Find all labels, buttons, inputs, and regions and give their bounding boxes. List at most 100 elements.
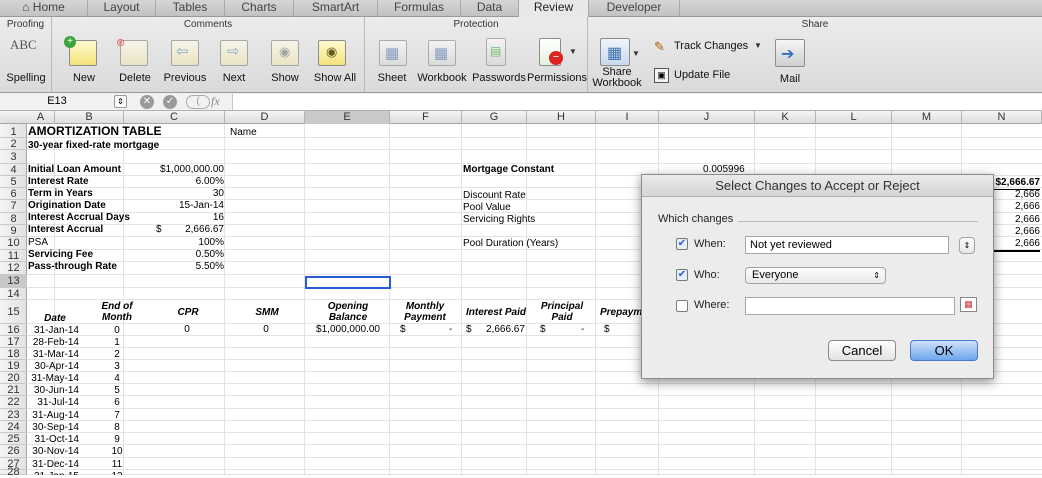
- when-checkbox[interactable]: ✔: [676, 238, 688, 250]
- column-header-j[interactable]: J: [659, 111, 755, 124]
- update-file-button[interactable]: Update File: [674, 69, 730, 81]
- column-header-b[interactable]: B: [55, 111, 124, 124]
- column-header-g[interactable]: G: [462, 111, 527, 124]
- input-value[interactable]: 15-Jan-14: [124, 200, 224, 212]
- next-comment-button[interactable]: Next: [215, 72, 253, 84]
- selected-cell-e13[interactable]: [305, 276, 391, 289]
- column-header-a[interactable]: A: [27, 111, 55, 124]
- row-header-10[interactable]: 10: [0, 237, 27, 250]
- show-comment-button[interactable]: Show: [265, 72, 305, 84]
- row-header-6[interactable]: 6: [0, 188, 27, 200]
- range-picker-icon[interactable]: ▦: [960, 297, 977, 312]
- tab-smartart[interactable]: SmartArt: [294, 0, 378, 17]
- previous-comment-button[interactable]: Previous: [158, 72, 212, 84]
- input-value[interactable]: 100%: [124, 237, 224, 249]
- protect-workbook-button[interactable]: Workbook: [415, 72, 469, 84]
- tab-layout[interactable]: Layout: [88, 0, 156, 17]
- gridline-column: [304, 124, 305, 475]
- tab-developer[interactable]: Developer: [589, 0, 680, 17]
- row-header-3[interactable]: 3: [0, 150, 27, 164]
- mortgage-constant-label: Mortgage Constant: [463, 164, 555, 175]
- tab-charts[interactable]: Charts: [225, 0, 294, 17]
- ok-button[interactable]: OK: [910, 340, 978, 361]
- column-header-e[interactable]: E: [305, 111, 390, 124]
- input-value[interactable]: 16: [124, 212, 224, 224]
- row-header-15[interactable]: 15: [0, 300, 27, 324]
- tab-review[interactable]: Review: [519, 0, 589, 17]
- row-header-20[interactable]: 20: [0, 372, 27, 384]
- input-value[interactable]: 0.50%: [124, 249, 224, 261]
- row-header-28[interactable]: 28: [0, 467, 27, 478]
- cancel-button[interactable]: Cancel: [828, 340, 896, 361]
- row-header-25[interactable]: 25: [0, 433, 27, 445]
- tab-home[interactable]: ⌂ Home: [0, 0, 88, 17]
- input-value[interactable]: $1,000,000.00: [124, 164, 224, 176]
- when-field[interactable]: Not yet reviewed: [745, 236, 949, 254]
- show-all-comments-button[interactable]: Show All: [310, 72, 360, 84]
- protection-group: Protection ▦ Sheet ▦ Workbook ▤ Password…: [365, 17, 588, 93]
- cancel-icon[interactable]: ✕: [140, 95, 154, 109]
- row-header-4[interactable]: 4: [0, 164, 27, 176]
- row-header-18[interactable]: 18: [0, 348, 27, 360]
- input-value[interactable]: 6.00%: [124, 176, 224, 188]
- input-value[interactable]: 5.50%: [124, 261, 224, 273]
- formula-input[interactable]: [232, 94, 1042, 110]
- share-workbook-button[interactable]: Share Workbook: [591, 67, 643, 89]
- row-header-16[interactable]: 16: [0, 324, 27, 336]
- column-header-d[interactable]: D: [225, 111, 305, 124]
- share-workbook-dropdown-icon[interactable]: ▼: [632, 49, 640, 58]
- delete-comment-button[interactable]: Delete: [112, 72, 158, 84]
- row-header-22[interactable]: 22: [0, 396, 27, 409]
- where-checkbox[interactable]: [676, 300, 688, 312]
- tab-data[interactable]: Data: [461, 0, 519, 17]
- passwords-button[interactable]: Passwords: [472, 72, 526, 84]
- column-header-m[interactable]: M: [892, 111, 962, 124]
- row-header-11[interactable]: 11: [0, 250, 27, 262]
- row-header-17[interactable]: 17: [0, 336, 27, 348]
- where-field[interactable]: [745, 297, 955, 315]
- tab-formulas[interactable]: Formulas: [378, 0, 461, 17]
- permissions-button[interactable]: Permissions: [527, 72, 587, 84]
- row-header-19[interactable]: 19: [0, 360, 27, 372]
- tab-tables[interactable]: Tables: [156, 0, 225, 17]
- column-header-n[interactable]: N: [962, 111, 1042, 124]
- row-header-5[interactable]: 5: [0, 176, 27, 188]
- row-header-8[interactable]: 8: [0, 213, 27, 225]
- column-header-f[interactable]: F: [390, 111, 462, 124]
- row-header-21[interactable]: 21: [0, 384, 27, 396]
- schedule-date: 31-Mar-14: [32, 349, 79, 360]
- row-header-13[interactable]: 13: [0, 275, 27, 288]
- name-box[interactable]: E13: [0, 93, 114, 110]
- track-changes-button[interactable]: Track Changes: [674, 40, 748, 52]
- protect-sheet-button[interactable]: Sheet: [373, 72, 411, 84]
- input-value[interactable]: 30: [124, 188, 224, 200]
- enter-icon[interactable]: ✓: [163, 95, 177, 109]
- who-select[interactable]: Everyone ⇕: [745, 267, 886, 284]
- column-header-i[interactable]: I: [596, 111, 659, 124]
- function-icon[interactable]: (: [186, 95, 210, 109]
- row-header-9[interactable]: 9: [0, 225, 27, 237]
- column-header-l[interactable]: L: [816, 111, 892, 124]
- column-header-k[interactable]: K: [755, 111, 816, 124]
- row-header-23[interactable]: 23: [0, 409, 27, 421]
- who-checkbox[interactable]: ✔: [676, 269, 688, 281]
- track-changes-dropdown-icon[interactable]: ▼: [754, 41, 762, 50]
- input-value[interactable]: 2,666.67: [124, 224, 224, 236]
- row-header-1[interactable]: 1: [0, 126, 27, 138]
- row-header-26[interactable]: 26: [0, 445, 27, 458]
- column-header-h[interactable]: H: [527, 111, 596, 124]
- row-header-12[interactable]: 12: [0, 262, 27, 275]
- schedule-month: 3: [114, 361, 120, 372]
- row-header-24[interactable]: 24: [0, 421, 27, 433]
- row-header-14[interactable]: 14: [0, 288, 27, 300]
- name-box-stepper[interactable]: ⇕: [114, 95, 127, 108]
- permissions-dropdown-icon[interactable]: ▼: [569, 47, 577, 56]
- mail-button[interactable]: Mail: [768, 73, 812, 85]
- row-header-7[interactable]: 7: [0, 200, 27, 213]
- spelling-button[interactable]: Spelling: [0, 72, 52, 84]
- interest-currency: $: [466, 324, 472, 335]
- column-header-c[interactable]: C: [124, 111, 225, 124]
- new-comment-button[interactable]: New: [67, 72, 101, 84]
- when-dropdown-icon[interactable]: ⇕: [959, 237, 975, 254]
- row-header-2[interactable]: 2: [0, 138, 27, 150]
